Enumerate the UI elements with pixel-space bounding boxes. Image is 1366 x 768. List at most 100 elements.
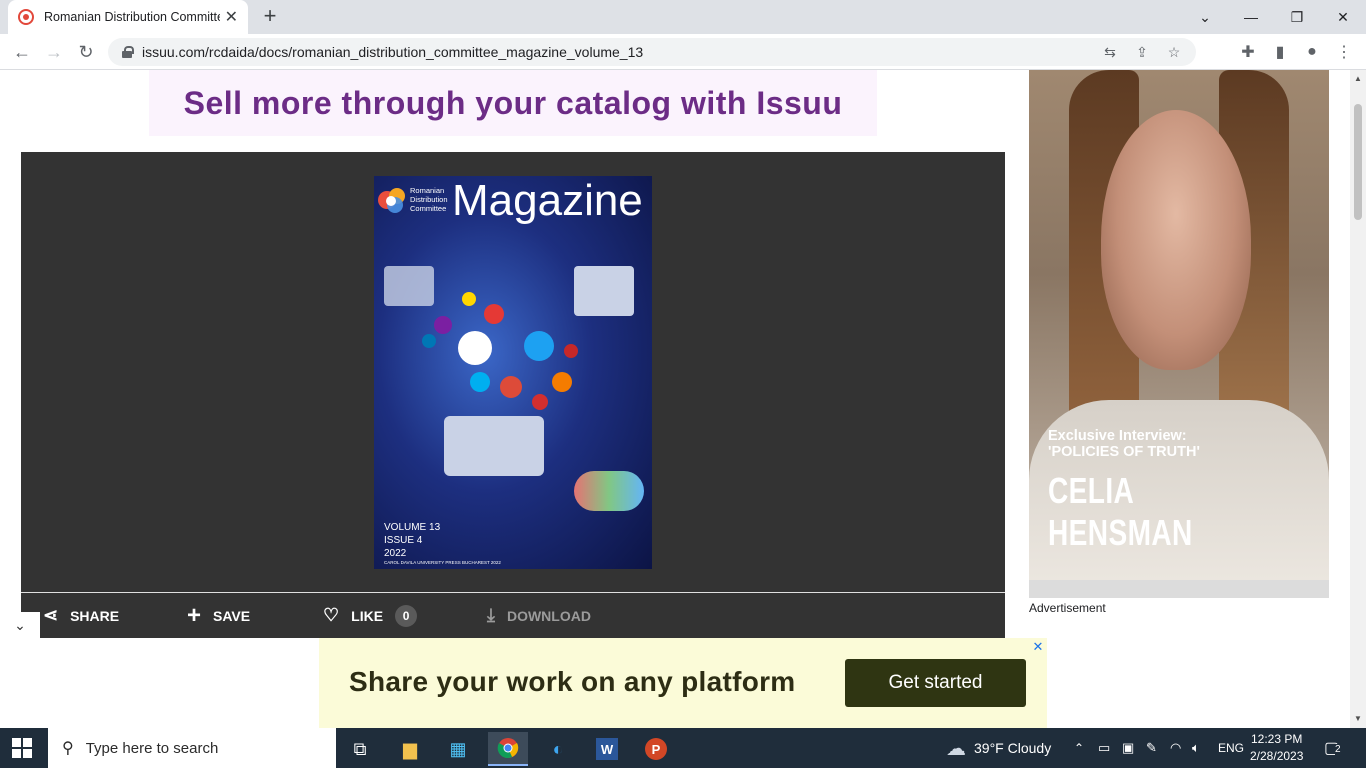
skype-icon (470, 372, 490, 392)
menu-kebab-icon[interactable]: ⋮ (1332, 40, 1356, 64)
cloud-icon: ☁ (946, 737, 966, 760)
restore-button[interactable]: ❐ (1274, 0, 1320, 34)
side-panel-icon[interactable]: ▮ (1268, 40, 1292, 64)
collapse-chevron-icon[interactable]: ⌄ (0, 612, 40, 638)
clock[interactable]: 12:23 PM 2/28/2023 (1250, 731, 1303, 765)
cover-org-line1: Romanian (410, 186, 445, 195)
tab-close-icon[interactable]: ✕ (225, 7, 238, 27)
wifi-icon[interactable]: ◠ (1170, 728, 1181, 768)
rdc-logo-icon (378, 188, 405, 213)
share-button[interactable]: ⋖ SHARE (43, 593, 119, 638)
profile-avatar-icon[interactable]: ● (1300, 40, 1324, 64)
share-page-icon[interactable]: ⇪ (1132, 42, 1152, 62)
ad-label: Advertisement (1029, 601, 1106, 615)
notification-center-icon[interactable]: ▢ 2 (1324, 728, 1341, 768)
notification-count: 2 (1335, 744, 1341, 755)
cover-press: CAROL DAVILA UNIVERSITY PRESS BUCHAREST … (384, 560, 501, 565)
reload-button[interactable]: ↻ (73, 39, 99, 65)
taskbar-search-box[interactable]: ⚲ Type here to search (48, 728, 336, 768)
cover-volume: VOLUME 13 (384, 522, 441, 533)
forward-button[interactable]: → (41, 39, 67, 65)
like-count: 0 (395, 604, 418, 627)
get-started-button[interactable]: Get started (845, 659, 1026, 707)
desktop-illustration (384, 266, 434, 306)
share-icon: ⋖ (43, 605, 59, 625)
weather-widget[interactable]: ☁ 39°F Cloudy (946, 728, 1051, 768)
meet-icon[interactable]: ▣ (1122, 728, 1134, 768)
google-plus-icon (500, 376, 522, 398)
weather-text: 39°F Cloudy (974, 740, 1052, 756)
tab-strip: Romanian Distribution Committe ✕ + ⌄ — ❐… (0, 0, 1366, 34)
page-scrollbar[interactable]: ▲ ▼ (1350, 70, 1366, 728)
rss-icon (552, 372, 572, 392)
scroll-down-icon[interactable]: ▼ (1354, 714, 1362, 723)
promo-text: Sell more through your catalog with Issu… (183, 84, 843, 121)
facebook-icon (458, 331, 492, 365)
taskbar-search-placeholder: Type here to search (85, 739, 219, 757)
cover-title: Magazine (452, 176, 643, 225)
pen-icon[interactable]: ✎ (1146, 728, 1157, 768)
pinterest-icon (564, 344, 578, 358)
word-icon[interactable]: W (587, 732, 627, 766)
ad-headline-line1: Exclusive Interview: (1048, 428, 1187, 444)
magazine-cover[interactable]: Romanian Distribution Committee Magazine… (374, 176, 652, 569)
browser-toolbar: ← → ↻ issuu.com/rcdaida/docs/romanian_di… (0, 34, 1366, 97)
volume-icon[interactable]: 🔈︎ (1192, 728, 1200, 768)
chrome-logo (497, 738, 519, 758)
quora-icon (532, 394, 548, 410)
close-ad-icon[interactable]: ✕ (1031, 640, 1045, 654)
bookmark-star-icon[interactable]: ☆ (1164, 42, 1184, 62)
bottom-banner-ad[interactable]: Share your work on any platform Get star… (319, 638, 1047, 728)
snapchat-icon (462, 292, 476, 306)
lock-icon[interactable] (122, 46, 134, 58)
plus-icon: + (187, 601, 202, 629)
powerpoint-icon[interactable]: P (636, 732, 676, 766)
promo-banner[interactable]: Sell more through your catalog with Issu… (149, 70, 877, 136)
task-view-icon[interactable]: ⧉ (340, 732, 380, 766)
like-label: LIKE (351, 607, 384, 624)
save-button[interactable]: + SAVE (187, 593, 250, 638)
clock-time: 12:23 PM (1251, 732, 1303, 746)
twitter-icon (524, 331, 554, 361)
servers-illustration (574, 266, 634, 316)
heart-icon: ♡ (323, 605, 340, 625)
browser-tab[interactable]: Romanian Distribution Committe ✕ (8, 0, 248, 34)
url-text[interactable]: issuu.com/rcdaida/docs/romanian_distribu… (142, 44, 643, 60)
scrollbar-thumb[interactable] (1354, 104, 1362, 220)
translate-icon[interactable]: ⇆ (1100, 42, 1120, 62)
ad-photo-face (1101, 110, 1251, 370)
cover-year: 2022 (384, 548, 407, 559)
document-viewer[interactable]: Romanian Distribution Committee Magazine… (21, 152, 1005, 593)
search-icon: ⚲ (62, 740, 74, 757)
advertisement-image[interactable]: Exclusive Interview: 'POLICIES OF TRUTH'… (1029, 70, 1329, 580)
back-button[interactable]: ← (9, 39, 35, 65)
edge-icon[interactable]: ◐ (538, 732, 578, 766)
ad-footer (1029, 580, 1329, 598)
extensions-puzzle-icon[interactable]: ✚ (1236, 40, 1260, 64)
page-content: Sell more through your catalog with Issu… (0, 70, 1350, 728)
tab-search-icon[interactable]: ⌄ (1182, 0, 1228, 34)
battery-icon[interactable]: ▭ (1098, 728, 1110, 768)
new-tab-button[interactable]: + (258, 4, 282, 28)
like-button[interactable]: ♡ LIKE 0 (323, 593, 418, 638)
show-hidden-icons[interactable]: ⌃ (1074, 728, 1084, 768)
download-button[interactable]: ⤓ DOWNLOAD (487, 593, 591, 638)
cover-volume-info: VOLUME 13 ISSUE 4 2022 (384, 521, 440, 560)
minimize-button[interactable]: — (1228, 0, 1274, 34)
banner-text: Share your work on any platform (349, 666, 796, 697)
chrome-icon[interactable] (488, 732, 528, 766)
ad-headline: Exclusive Interview: 'POLICIES OF TRUTH' (1048, 428, 1200, 460)
ad-name: CELIA HENSMAN (1048, 470, 1193, 553)
file-explorer-icon[interactable]: ▆ (390, 732, 430, 766)
address-bar[interactable]: issuu.com/rcdaida/docs/romanian_distribu… (108, 38, 1196, 66)
clock-date: 2/28/2023 (1250, 749, 1304, 763)
save-label: SAVE (213, 607, 251, 624)
close-window-button[interactable]: ✕ (1320, 0, 1366, 34)
scroll-up-icon[interactable]: ▲ (1354, 74, 1362, 83)
windows-start-icon[interactable] (12, 738, 32, 758)
language-indicator[interactable]: ENG (1218, 728, 1244, 768)
microsoft-store-icon[interactable]: ▦ (438, 732, 478, 766)
download-icon: ⤓ (487, 605, 495, 625)
action-bar: ⋖ SHARE + SAVE ♡ LIKE 0 ⤓ DOWNLOAD (21, 593, 1005, 638)
cover-org-name: Romanian Distribution Committee (410, 186, 448, 213)
